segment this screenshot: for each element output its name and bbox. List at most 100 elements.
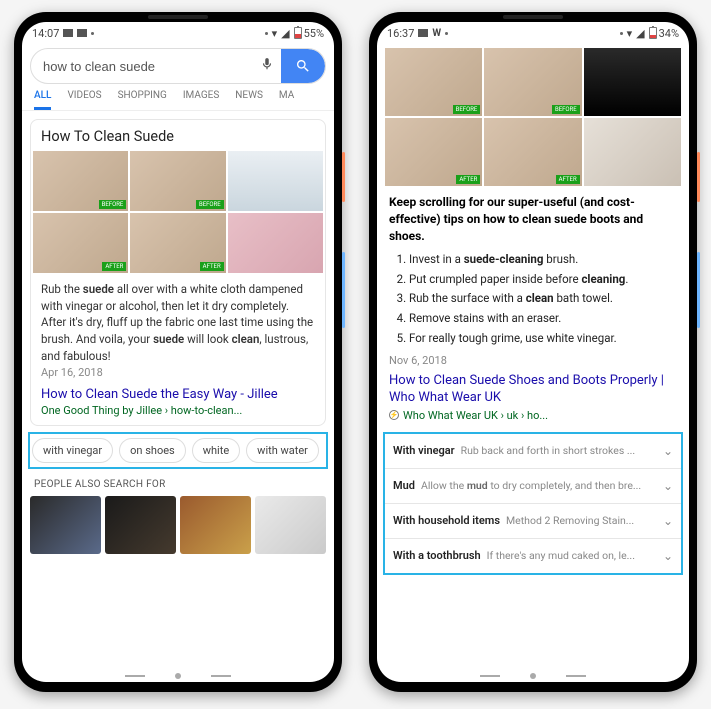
result-steps: Invest in a suede-cleaning brush. Put cr… [385,250,681,348]
image-tag: BEFORE [453,105,481,114]
snippet-cite: One Good Thing by Jillee › how-to-clean.… [31,404,325,425]
battery-indicator: 55% [294,27,324,40]
snippet-image[interactable]: BEFORE [130,151,225,211]
pas-item[interactable] [105,496,176,554]
search-tabs: ALL VIDEOS SHOPPING IMAGES NEWS MA [22,84,334,111]
snippet-image-grid: BEFORE BEFORE AFTER AFTER [31,151,325,273]
result-image[interactable]: BEFORE [484,48,581,116]
chevron-down-icon: ⌄ [663,514,673,528]
status-dot [91,32,94,35]
power-button [342,152,345,202]
search-input[interactable] [43,59,253,74]
status-dot [620,32,623,35]
snippet-image[interactable]: BEFORE [33,151,128,211]
volume-button [342,252,345,328]
result-image[interactable] [584,118,681,186]
phone-right: 16:37 W ▾ ◢ 34% BEFORE BEFORE AFTER [369,12,697,692]
status-dot [445,32,448,35]
result-image[interactable]: AFTER [484,118,581,186]
accordion-row[interactable]: With a toothbrush If there's any mud cak… [385,538,681,573]
tab-images[interactable]: IMAGES [183,90,219,110]
image-tag: BEFORE [99,200,127,209]
nav-home[interactable] [175,673,181,679]
pas-item[interactable] [30,496,101,554]
accordion-row[interactable]: With household items Method 2 Removing S… [385,503,681,538]
chip[interactable]: white [192,438,240,463]
nav-home[interactable] [530,673,536,679]
snippet-title: How To Clean Suede [31,120,325,151]
chip[interactable]: on shoes [119,438,186,463]
result-image-grid: BEFORE BEFORE AFTER AFTER [385,48,681,186]
tab-news[interactable]: NEWS [235,90,263,110]
image-tag: AFTER [200,262,224,271]
accordion-sub: Allow the mud to dry completely, and the… [421,479,657,492]
status-bar: 14:07 ▾ ◢ 55% [22,22,334,44]
snippet-image[interactable]: AFTER [130,213,225,273]
wifi-icon: ▾ [272,27,278,40]
image-tag: BEFORE [552,105,580,114]
snippet-date: Apr 16, 2018 [31,366,325,387]
people-also-search-title: PEOPLE ALSO SEARCH FOR [22,469,334,496]
image-tag: AFTER [456,175,480,184]
nav-recent[interactable] [566,675,586,677]
snippet-link[interactable]: How to Clean Suede the Easy Way - Jillee [31,387,325,404]
amp-icon: ⚡ [389,410,399,420]
chip[interactable]: with vinegar [32,438,113,463]
result-image[interactable]: AFTER [385,118,482,186]
tab-shopping[interactable]: SHOPPING [118,90,167,110]
result-headline: Keep scrolling for our super-useful (and… [385,186,681,250]
accordion-row[interactable]: With vinegar Rub back and forth in short… [385,434,681,468]
signal-icon: ◢ [281,27,289,40]
android-navbar [377,672,689,682]
wifi-icon: ▾ [627,27,633,40]
tab-all[interactable]: ALL [34,90,51,110]
status-icon [77,29,87,37]
nav-recent[interactable] [211,675,231,677]
snippet-text: Rub the suede all over with a white clot… [31,273,325,366]
refinement-chips: with vinegar on shoes white with water [28,432,328,469]
accordion-row[interactable]: Mud Allow the mud to dry completely, and… [385,468,681,503]
nav-back[interactable] [125,675,145,677]
result-image[interactable]: BEFORE [385,48,482,116]
status-icon: W [432,28,441,39]
chevron-down-icon: ⌄ [663,479,673,493]
pas-item[interactable] [255,496,326,554]
snippet-image[interactable]: AFTER [33,213,128,273]
mic-icon[interactable] [253,57,281,75]
tab-videos[interactable]: VIDEOS [67,90,101,110]
power-button [697,152,700,202]
step-item: Rub the surface with a clean bath towel. [409,289,677,309]
pas-item[interactable] [180,496,251,554]
status-time: 16:37 [387,27,414,40]
people-also-search-row [22,496,334,554]
search-bar[interactable] [30,48,326,84]
nav-back[interactable] [480,675,500,677]
accordion-sub: If there's any mud caked on, le... [487,549,657,562]
status-bar: 16:37 W ▾ ◢ 34% [377,22,689,44]
screen-left: 14:07 ▾ ◢ 55% [22,22,334,682]
status-time: 14:07 [32,27,59,40]
step-item: Put crumpled paper inside before cleanin… [409,270,677,290]
accordion-title: With a toothbrush [393,549,481,562]
chip[interactable]: with water [246,438,319,463]
result-image[interactable] [584,48,681,116]
step-item: Invest in a suede-cleaning brush. [409,250,677,270]
step-item: For really tough grime, use white vinega… [409,329,677,349]
image-tag: AFTER [556,175,580,184]
status-dot [265,32,268,35]
result-link[interactable]: How to Clean Suede Shoes and Boots Prope… [385,373,681,407]
snippet-image[interactable] [228,213,323,273]
accordion-title: With vinegar [393,444,455,457]
image-tag: AFTER [102,262,126,271]
accordion-title: Mud [393,479,415,492]
accordion-refinements: With vinegar Rub back and forth in short… [383,432,683,575]
search-button[interactable] [281,49,325,83]
battery-indicator: 34% [649,27,679,40]
battery-percent: 55% [304,27,324,40]
status-icon [63,29,73,37]
snippet-image[interactable] [228,151,323,211]
tab-more[interactable]: MA [279,90,294,110]
image-tag: BEFORE [196,200,224,209]
battery-percent: 34% [659,27,679,40]
featured-snippet-card: How To Clean Suede BEFORE BEFORE AFTER A… [30,119,326,426]
